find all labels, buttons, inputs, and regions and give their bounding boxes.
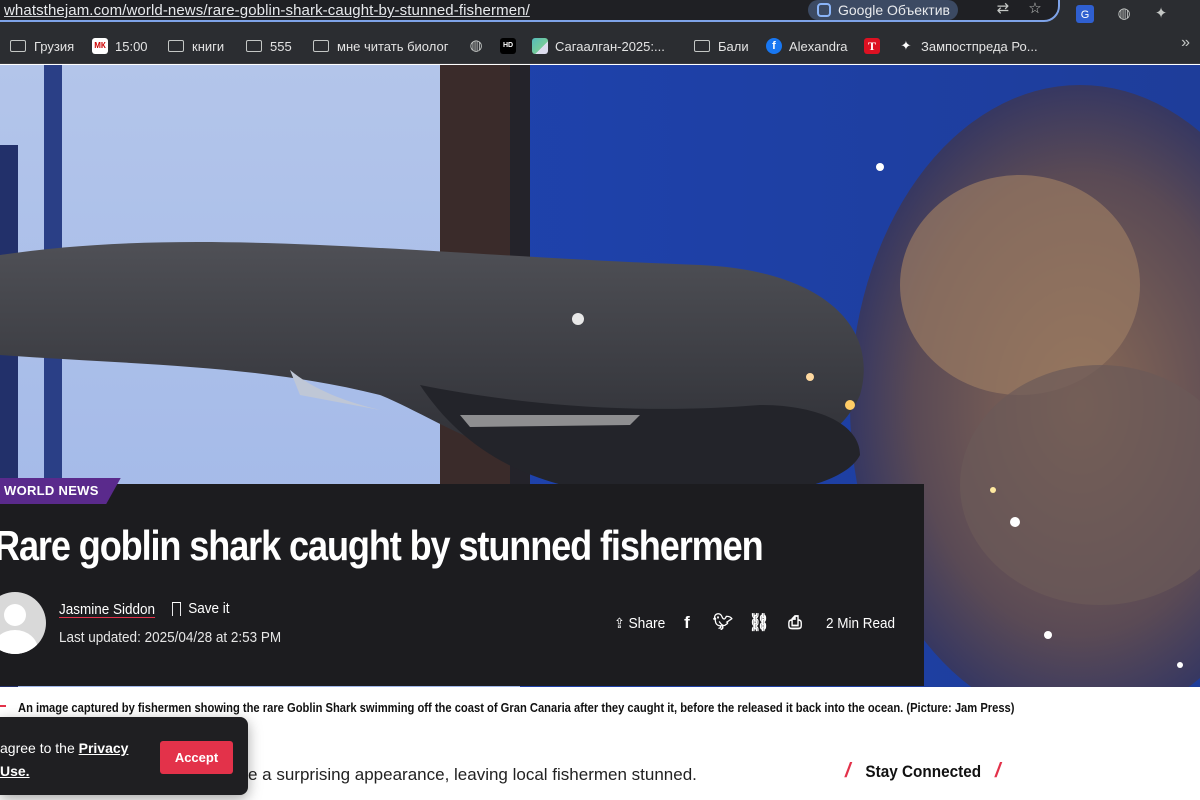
folder-icon [313,40,329,52]
facebook-icon[interactable]: f [676,612,698,634]
category-badge[interactable]: WORLD NEWS [0,478,121,504]
google-lens-chip[interactable]: Google Объектив [808,0,958,20]
bookmark-item[interactable]: T [864,36,887,56]
terms-link[interactable]: Use. [0,763,30,779]
facebook-favicon: f [766,38,782,54]
bookmark-item[interactable]: МК 15:00 [92,36,148,56]
sparkle-favicon: ✦ [900,38,912,53]
article-title: Rare goblin shark caught by stunned fish… [0,522,764,569]
globe-icon: ◍ [469,37,483,54]
sparkle-icon[interactable]: ✦ [1151,4,1171,24]
mk-favicon: МК [92,38,108,54]
folder-icon [168,40,184,52]
folder-icon [694,40,710,52]
copy-link-icon[interactable]: ⛓ [748,612,770,634]
accept-button[interactable]: Accept [160,741,233,774]
lens-label: Google Объектив [838,2,950,18]
privacy-link[interactable]: Privacy [79,740,129,756]
lens-icon [817,3,831,17]
bookmark-item[interactable]: HD [500,36,523,56]
article-header-card [0,484,924,686]
bookmark-item[interactable]: f Alexandra [766,36,848,56]
translate-icon[interactable]: ⇄ [994,0,1012,18]
map-favicon [532,38,548,54]
cookie-text: agree to the Privacy Use. [0,740,129,779]
cookie-banner: agree to the Privacy Use. Accept [0,717,248,795]
bookmark-item[interactable]: Грузия [10,36,74,56]
url-text[interactable]: whatsthejam.com/world-news/rare-goblin-s… [4,2,530,19]
bookmark-item[interactable]: ◍ [468,36,491,56]
bookmark-star-icon[interactable]: ☆ [1026,0,1044,18]
article-body-text: e a surprising appearance, leaving local… [248,765,697,784]
bookmark-item[interactable]: Сагаалган-2025:... [532,36,665,56]
share-button[interactable]: ⇪ Share [614,615,665,632]
bookmark-item[interactable]: мне читать биолог [313,36,448,56]
caption-marker [0,705,6,707]
bookmark-item[interactable]: ✦ Зампостпреда Ро... [898,36,1038,56]
bookmark-item[interactable]: книги [168,36,224,56]
folder-icon [10,40,26,52]
hd-favicon: HD [500,38,516,54]
author-link[interactable]: Jasmine Siddon [59,601,155,618]
slash-decoration: / [845,760,851,782]
browser-toolbar: whatsthejam.com/world-news/rare-goblin-s… [0,0,1200,28]
stay-connected-heading: / Stay Connected / [845,760,1001,782]
print-icon[interactable]: ⎙ [784,612,806,634]
read-time: 2 Min Read [826,615,896,632]
extension-icon[interactable]: G [1076,5,1094,23]
bookmark-item[interactable]: Бали [694,36,749,56]
bookmark-item[interactable]: 555 [246,36,292,56]
t-favicon: T [864,38,880,54]
globe-icon[interactable]: ◍ [1114,4,1134,24]
share-icon: ⇪ [614,615,625,631]
address-bar[interactable]: whatsthejam.com/world-news/rare-goblin-s… [0,0,1060,22]
image-caption: An image captured by fishermen showing t… [18,700,1015,715]
bookmark-icon [172,601,181,616]
folder-icon [246,40,262,52]
bookmarks-bar: Грузия МК 15:00 книги 555 мне читать биол… [0,28,1200,64]
save-button[interactable]: Save it [172,600,229,617]
chevron-more-icon[interactable]: » [1181,34,1190,52]
twitter-icon[interactable]: 🐦︎ [712,612,734,634]
slash-decoration: / [995,760,1001,782]
last-updated: Last updated: 2025/04/28 at 2:53 PM [59,629,282,646]
